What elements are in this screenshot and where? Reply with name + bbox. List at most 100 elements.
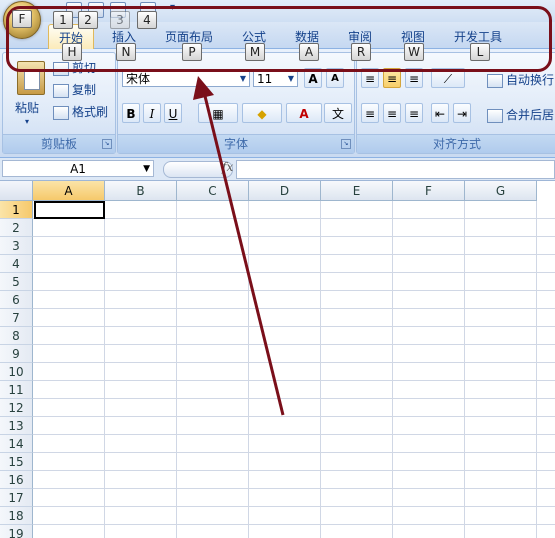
row-header[interactable]: 19 [0,525,33,538]
border-icon: ▦ [212,107,224,121]
row-header[interactable]: 16 [0,471,33,489]
paste-button[interactable]: 粘贴 [15,99,39,116]
row-gridline [33,218,555,219]
row-header[interactable]: 12 [0,399,33,417]
wrap-text-button[interactable]: 自动换行 [487,71,554,88]
bold-button[interactable]: B [122,103,140,123]
align-right-button[interactable]: ≡ [405,103,424,123]
align-center-button[interactable]: ≡ [383,103,402,123]
chevron-down-icon: ▼ [143,164,150,174]
row-header[interactable]: 11 [0,381,33,399]
row-gridline [33,344,555,345]
decrease-indent-button[interactable]: ⇤ [431,103,450,123]
formula-bar: A1 ▼ fx [0,158,555,181]
row-header[interactable]: 4 [0,255,33,273]
formula-input[interactable] [236,160,555,179]
alignment-group: ≡ ≡ ≡ ⟋ 自动换行 ≡ ≡ ≡ ⇤ ⇥ 合并后居 对齐方式 [356,52,555,154]
column-header[interactable]: E [321,181,393,201]
decrease-indent-icon: ⇤ [435,107,446,121]
chevron-down-icon: ▼ [239,74,246,83]
row-header[interactable]: 5 [0,273,33,291]
row-header[interactable]: 13 [0,417,33,435]
row-gridline [33,416,555,417]
row-header[interactable]: 7 [0,309,33,327]
align-bottom-icon: ≡ [409,72,420,86]
underline-button[interactable]: U [164,103,182,123]
orientation-button[interactable]: ⟋ [431,68,465,88]
row-gridline [33,488,555,489]
row-header[interactable]: 6 [0,291,33,309]
align-left-icon: ≡ [365,107,376,121]
font-size-combo[interactable]: 11 ▼ [253,69,298,87]
row-header[interactable]: 3 [0,237,33,255]
row-header[interactable]: 14 [0,435,33,453]
shrink-font-button[interactable]: A [326,68,344,88]
keytip-tab-data: A [299,43,319,61]
italic-button[interactable]: I [143,103,161,123]
grow-font-button[interactable]: A [304,68,322,88]
align-left-button[interactable]: ≡ [361,103,380,123]
qat-customize-icon[interactable]: ▾ [170,2,175,13]
keytip-tab-review: R [351,43,371,61]
keytip-qat-3: 3 [110,11,130,29]
column-header[interactable]: A [33,181,105,201]
align-middle-icon: ≡ [387,72,398,86]
font-name-combo[interactable]: 宋体 ▼ [122,69,250,87]
clipboard-launcher-icon[interactable]: ↘ [102,139,112,149]
row-header[interactable]: 10 [0,363,33,381]
column-header[interactable]: F [393,181,465,201]
align-bottom-button[interactable]: ≡ [405,68,424,88]
row-header[interactable]: 8 [0,327,33,345]
clipboard-group: 粘贴 ▾ 剪切 复制 格式刷 剪贴板 ↘ [2,52,116,154]
keytip-qat-2: 2 [78,11,98,29]
keytip-tab-developer: L [470,43,490,61]
font-color-button[interactable]: A [286,103,322,123]
keytip-tab-insert: N [116,43,136,61]
row-gridline [33,452,555,453]
row-header[interactable]: 9 [0,345,33,363]
row-gridline [33,398,555,399]
keytip-tab-formulas: M [245,43,265,61]
format-painter-label: 格式刷 [72,105,109,119]
paint-bucket-icon: ◆ [257,107,267,121]
row-header[interactable]: 1 [0,201,33,219]
paste-dropdown-icon[interactable]: ▾ [25,117,29,126]
name-box[interactable]: A1 ▼ [2,160,154,177]
font-launcher-icon[interactable]: ↘ [341,139,351,149]
format-painter-button[interactable]: 格式刷 [53,103,108,120]
phonetic-button[interactable]: 文 [324,103,352,123]
cut-button[interactable]: 剪切 [53,59,96,76]
row-gridline [33,272,555,273]
keytip-tab-view: W [404,43,424,61]
column-header[interactable]: G [465,181,537,201]
row-gridline [33,254,555,255]
merge-icon [487,108,503,123]
brush-icon [53,105,69,120]
row-header[interactable]: 15 [0,453,33,471]
align-middle-button[interactable]: ≡ [383,68,402,88]
increase-indent-button[interactable]: ⇥ [453,103,472,123]
paste-icon[interactable] [17,61,45,95]
column-header[interactable]: C [177,181,249,201]
row-header[interactable]: 17 [0,489,33,507]
fill-color-button[interactable]: ◆ [242,103,282,123]
worksheet-grid: A B C D E F G 1 2 3 4 5 6 7 8 9 10 11 12 13 14 15 16 17 18 19 [0,181,555,538]
active-cell-a1[interactable] [34,201,105,219]
font-name-value: 宋体 [126,72,151,86]
name-box-value: A1 [70,162,86,176]
row-header[interactable]: 2 [0,219,33,237]
merge-center-button[interactable]: 合并后居 [487,106,554,123]
select-all-corner[interactable] [0,181,33,201]
border-button[interactable]: ▦ [198,103,238,123]
copy-button[interactable]: 复制 [53,81,96,98]
insert-function-button[interactable]: fx [222,160,233,174]
row-gridline [33,326,555,327]
font-group: 宋体 ▼ 11 ▼ A A B I U ▦ ◆ A 文 字体 ↘ [117,52,355,154]
align-top-button[interactable]: ≡ [361,68,380,88]
column-header[interactable]: D [249,181,321,201]
increase-indent-icon: ⇥ [457,107,468,121]
row-gridline [33,362,555,363]
row-gridline [33,434,555,435]
row-header[interactable]: 18 [0,507,33,525]
column-header[interactable]: B [105,181,177,201]
